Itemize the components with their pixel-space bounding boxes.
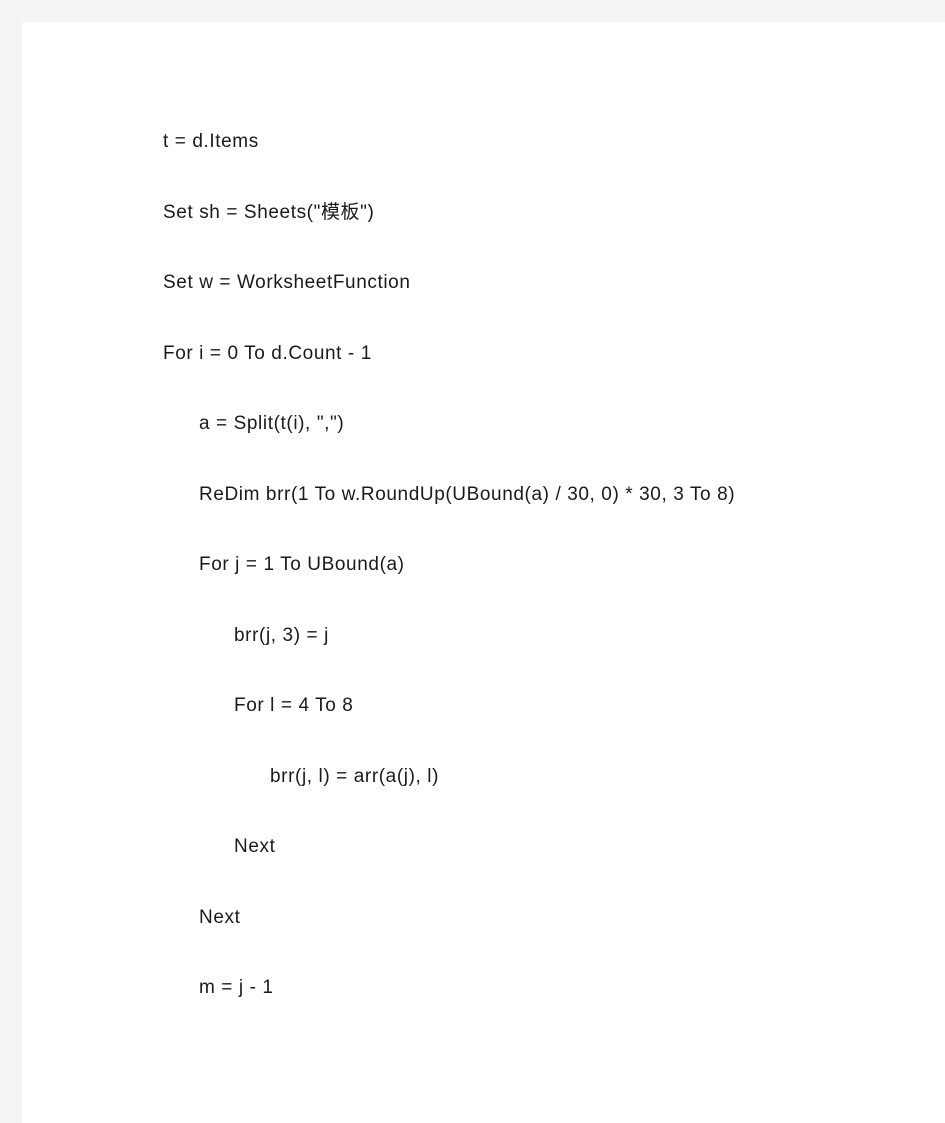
code-line: Set sh = Sheets("模板") <box>163 201 375 223</box>
code-line: For j = 1 To UBound(a) <box>199 554 405 575</box>
code-block: t = d.Items Set sh = Sheets("模板") Set w = … <box>163 107 923 1024</box>
code-line: a = Split(t(i), ",") <box>199 413 345 434</box>
code-line: Next <box>199 906 241 928</box>
code-line: Set w = WorksheetFunction <box>163 272 411 293</box>
code-line: For l = 4 To 8 <box>234 695 354 716</box>
code-line: ReDim brr(1 To w.RoundUp(UBound(a) / 30,… <box>199 483 736 505</box>
code-line: Next <box>234 836 276 857</box>
code-line: m = j - 1 <box>199 977 274 998</box>
code-line: t = d.Items <box>163 131 259 152</box>
code-line: brr(j, l) = arr(a(j), l) <box>270 765 440 787</box>
document-page: t = d.Items Set sh = Sheets("模板") Set w = … <box>22 22 945 1123</box>
code-line: For i = 0 To d.Count - 1 <box>163 342 372 364</box>
code-line: brr(j, 3) = j <box>234 624 329 646</box>
